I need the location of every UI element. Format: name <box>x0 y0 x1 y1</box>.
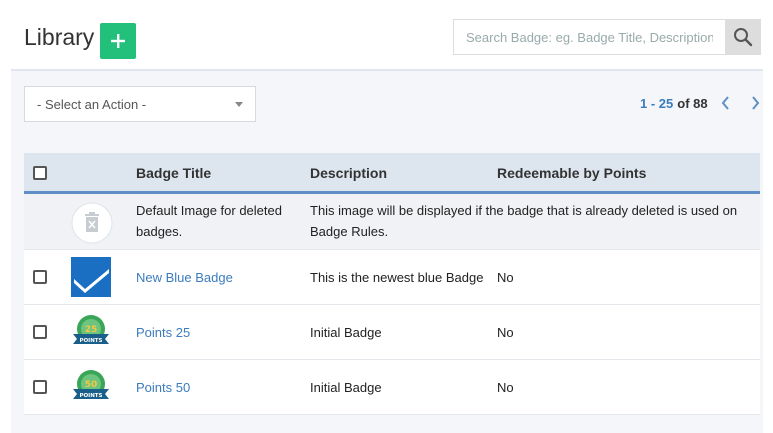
badge-number: 50 <box>85 380 98 390</box>
action-select[interactable]: - Select an Action - <box>24 86 256 122</box>
points-badge-icon: 50 POINTS <box>73 370 109 399</box>
row-checkbox[interactable] <box>33 380 47 394</box>
page-title: Library <box>24 24 95 50</box>
badge-redeemable: No <box>497 270 514 285</box>
table-row-deleted-default: Default Image for deleted badges. This i… <box>24 194 760 250</box>
points-badge-icon: 25 POINTS <box>73 315 109 344</box>
chevron-left-icon <box>721 96 729 110</box>
badge-number: 25 <box>85 325 98 335</box>
plus-icon <box>111 34 125 48</box>
badge-image-points-25[interactable]: 25 POINTS <box>71 312 111 352</box>
badge-ribbon-text: POINTS <box>79 338 102 344</box>
badge-description: Initial Badge <box>310 380 382 395</box>
table-row: 50 POINTS Points 50 Initial Badge No <box>24 360 760 415</box>
badge-redeemable: No <box>497 325 514 340</box>
badge-title-link[interactable]: Points 25 <box>136 322 190 343</box>
caret-down-icon <box>235 101 243 107</box>
badge-table: Badge Title Description Redeemable by Po… <box>24 153 760 415</box>
trash-icon <box>71 202 113 244</box>
badge-image-points-50[interactable]: 50 POINTS <box>71 367 111 407</box>
action-select-value: - Select an Action - <box>37 96 147 112</box>
table-header: Badge Title Description Redeemable by Po… <box>24 153 760 194</box>
blue-check-badge-icon <box>71 257 111 297</box>
next-page-button[interactable] <box>750 95 762 111</box>
search-icon <box>734 28 753 47</box>
badge-ribbon-text: POINTS <box>79 393 102 399</box>
select-all-checkbox[interactable] <box>33 166 47 180</box>
deleted-row-title: Default Image for deleted badges. <box>136 203 282 239</box>
table-row: New Blue Badge This is the newest blue B… <box>24 250 760 305</box>
badge-description: This is the newest blue Badge <box>310 270 484 285</box>
column-header-description[interactable]: Description <box>310 165 387 181</box>
header: Library <box>0 0 773 71</box>
deleted-row-description: This image will be displayed if the badg… <box>310 203 738 239</box>
badge-redeemable: No <box>497 380 514 395</box>
badge-title-link[interactable]: New Blue Badge <box>136 267 233 288</box>
row-checkbox[interactable] <box>33 325 47 339</box>
search-button[interactable] <box>725 19 761 55</box>
column-header-redeemable[interactable]: Redeemable by Points <box>497 165 646 181</box>
table-row: 25 POINTS Points 25 Initial Badge No <box>24 305 760 360</box>
prev-page-button[interactable] <box>720 95 732 111</box>
pager-total: of 88 <box>677 95 708 111</box>
badge-image-blue[interactable] <box>71 257 111 297</box>
column-header-title[interactable]: Badge Title <box>136 165 211 181</box>
pager-range: 1 - 25 <box>640 95 674 111</box>
search-input[interactable] <box>453 19 725 55</box>
badge-description: Initial Badge <box>310 325 382 340</box>
add-badge-button[interactable] <box>100 23 136 59</box>
pagination: 1 - 25 of 88 <box>640 95 762 111</box>
badge-title-link[interactable]: Points 50 <box>136 377 190 398</box>
row-checkbox[interactable] <box>33 270 47 284</box>
chevron-right-icon <box>752 96 760 110</box>
deleted-badge-image <box>71 202 113 244</box>
